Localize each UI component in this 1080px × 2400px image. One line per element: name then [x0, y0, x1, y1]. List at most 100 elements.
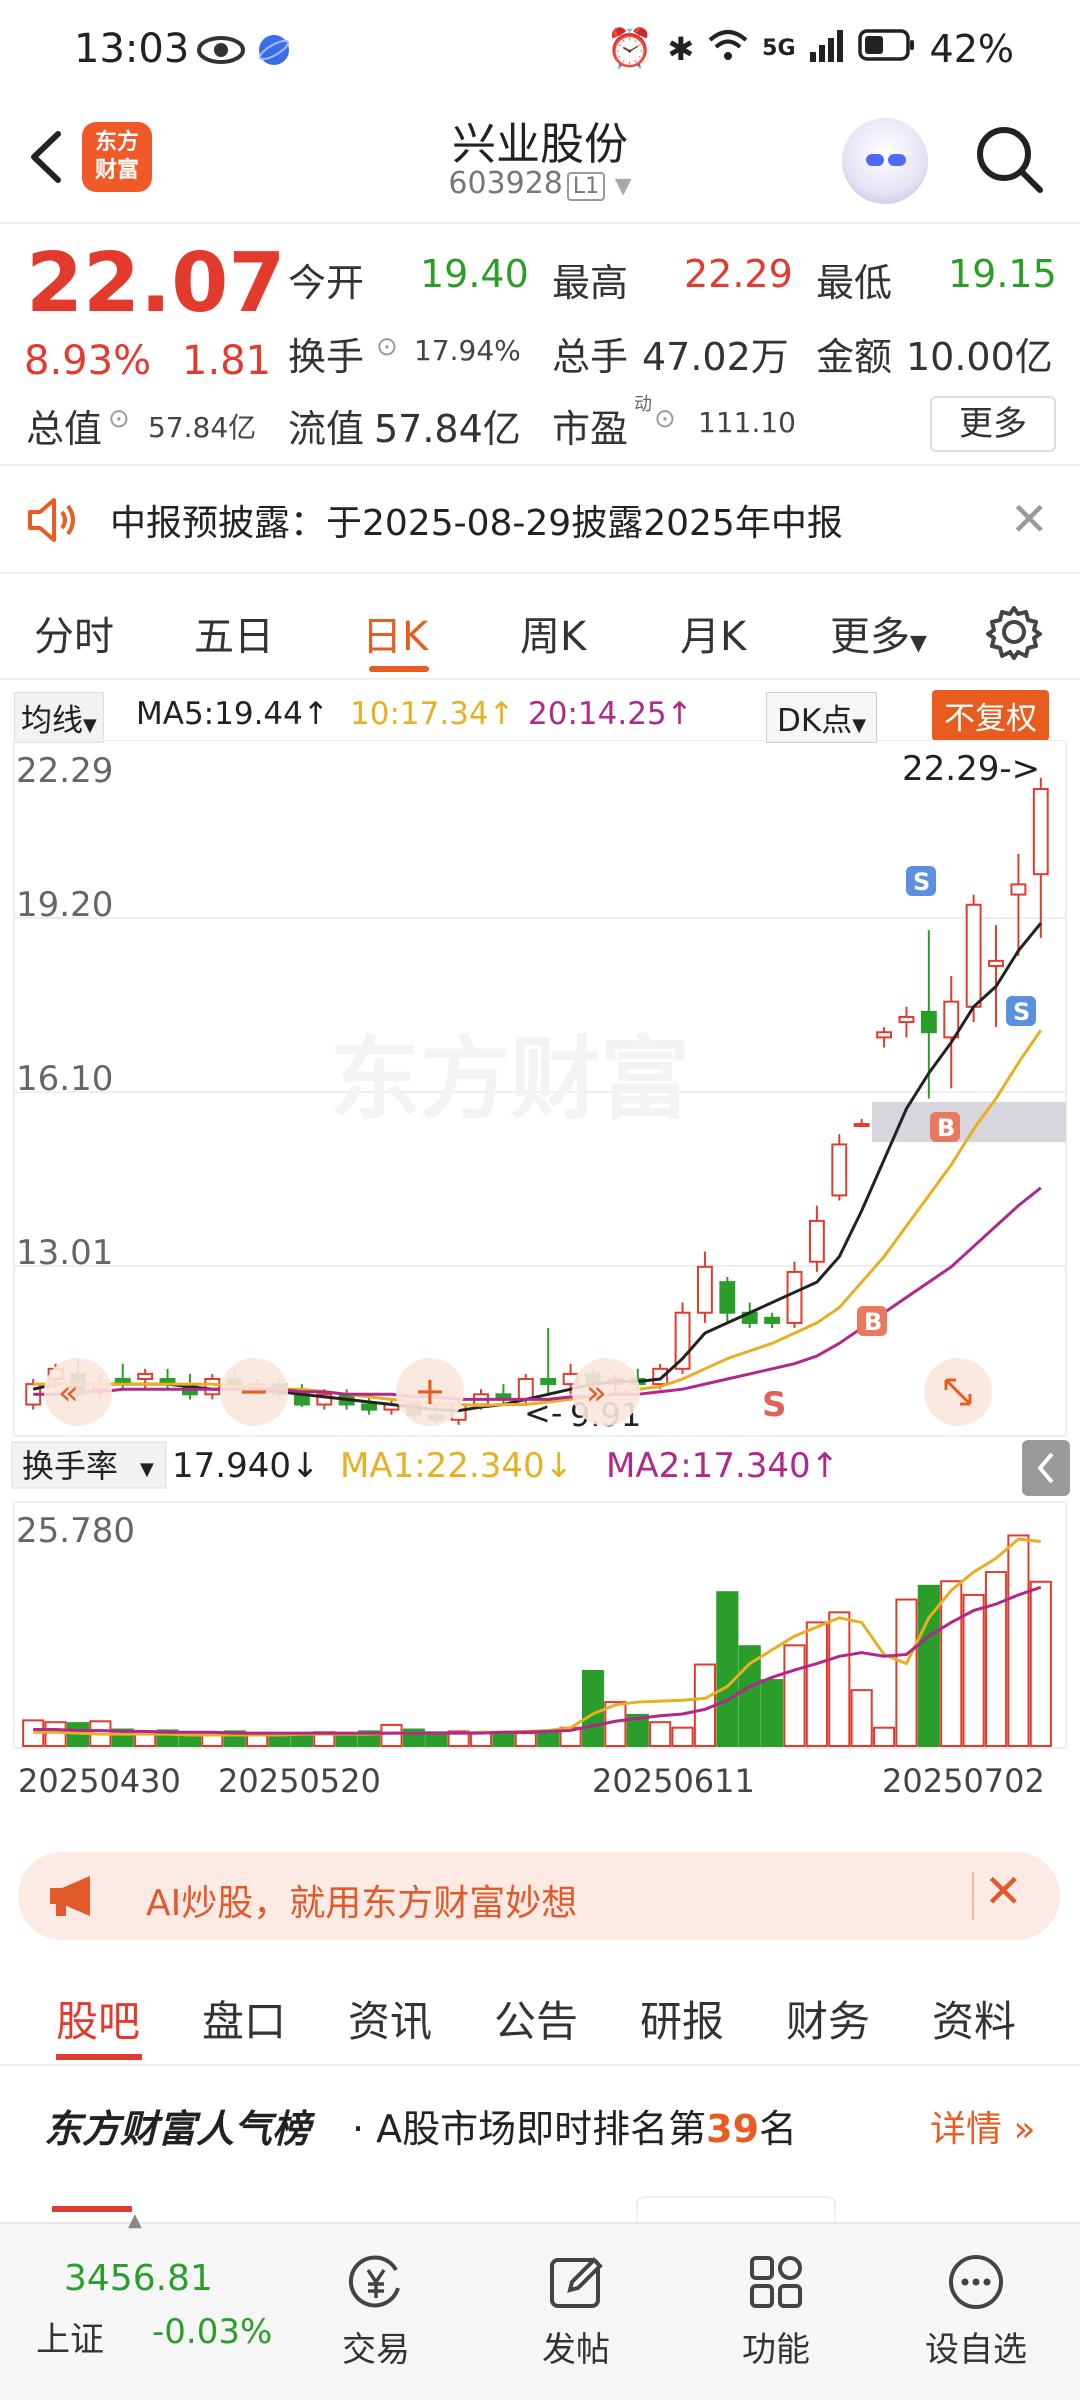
app-header: 东方财富 兴业股份 603928 L1 ▼ [0, 100, 1080, 224]
subtab-pill[interactable] [636, 2196, 836, 2222]
turnover-bar [671, 1726, 694, 1747]
total-mv-value: 57.84亿 [148, 411, 257, 444]
turnover-ma1: MA1:22.340↓ [340, 1446, 573, 1486]
collapse-arrow-icon[interactable]: ▲ [128, 2210, 142, 2231]
turnover-bar [1007, 1534, 1030, 1747]
info-icon[interactable]: ⊙ [654, 404, 676, 434]
high-label: 最高 [552, 261, 629, 305]
ma-dropdown[interactable]: 均线▼ [14, 692, 104, 743]
nav-add-watchlist[interactable]: 设自选 [906, 2252, 1046, 2371]
turnover-bar [783, 1644, 806, 1747]
svg-text:B: B [864, 1308, 882, 1336]
amount-label: 金额 [816, 335, 893, 379]
date-axis-label: 20250430 [18, 1762, 181, 1800]
period-tabs: 分时 五日 日K 周K 月K 更多▼ [0, 576, 1080, 680]
pe-value: 111.10 [698, 406, 796, 439]
settings-gear-icon[interactable] [986, 604, 1042, 664]
battery-percent: 42% [929, 26, 1014, 71]
candle [540, 1328, 557, 1395]
index-value[interactable]: 3456.81 [64, 2258, 213, 2299]
change-amount: 1.81 [182, 338, 272, 384]
search-icon[interactable] [974, 124, 1044, 194]
battery-icon [857, 27, 916, 71]
turnover-bar [828, 1611, 851, 1747]
kline-chart[interactable]: 东方财富 22.29 19.20 16.10 13.01 22.29-> <- … [0, 740, 1080, 1840]
alarm-icon: ⏰ [606, 26, 654, 70]
adjust-button[interactable]: 不复权 [932, 690, 1049, 741]
nav-functions[interactable]: 功能 [706, 2252, 846, 2371]
low-value: 19.15 [948, 252, 1057, 296]
close-icon[interactable]: ✕ [984, 1864, 1023, 1918]
dropdown-triangle-icon: ▼ [83, 715, 97, 736]
nav-add-watchlist-label: 设自选 [925, 2330, 1027, 2370]
price-axis-label: 19.20 [16, 885, 113, 925]
dk-label: DK点 [777, 703, 853, 739]
detail-link[interactable]: 详情 » [930, 2100, 1035, 2152]
turnover-header: 换手率 ▼ 17.940↓ MA1:22.340↓ MA2:17.340↑ [11, 1441, 839, 1489]
tab-research[interactable]: 研报 [640, 1988, 724, 2049]
svg-text:B: B [937, 1114, 955, 1142]
notice-bar[interactable]: 中报预披露：于2025-08-29披露2025年中报 ✕ [0, 464, 1080, 574]
turnover-bar [380, 1723, 403, 1748]
popularity-suffix: 名 [759, 2107, 798, 2151]
ai-promo-banner[interactable]: AI炒股，就用东方财富妙想 ✕ [18, 1852, 1060, 1940]
turnover-current: 17.940↓ [172, 1446, 319, 1486]
turnover-ma1-line [33, 1537, 1041, 1737]
bluetooth-icon: ✱ [667, 29, 695, 68]
date-axis-label: 20250702 [882, 1762, 1045, 1800]
float-mv-value: 57.84亿 [374, 407, 521, 451]
scroll-right-button[interactable]: » [572, 1358, 640, 1426]
nav-trade[interactable]: 交易 [306, 2252, 446, 2371]
volume-value: 47.02万 [642, 335, 789, 379]
turnover-bar [492, 1731, 515, 1748]
ma-legend-row: 均线▼ MA5:19.44↑ 10:17.34↑ 20:14.25↑ DK点▼ … [0, 688, 1080, 743]
watermark: 东方财富 [330, 1030, 690, 1130]
close-icon[interactable]: ✕ [1010, 492, 1049, 546]
turnover-bar [895, 1598, 918, 1747]
tab-news[interactable]: 资讯 [348, 1988, 432, 2049]
robot-avatar[interactable] [842, 118, 928, 204]
tab-weekly-k[interactable]: 周K [520, 604, 586, 662]
info-icon[interactable]: ⊙ [108, 404, 130, 434]
svg-text:+: + [414, 1369, 446, 1413]
turnover-bar [738, 1645, 761, 1747]
turnover-bar [716, 1591, 739, 1747]
info-icon[interactable]: ⊙ [376, 332, 398, 362]
tab-more[interactable]: 更多▼ [830, 604, 927, 662]
tab-daily-k[interactable]: 日K [362, 604, 428, 662]
popularity-ranking[interactable]: 东方财富人气榜 · A股市场即时排名第39名 详情 » [0, 2070, 1080, 2170]
sell-signal-badge: S [1006, 996, 1036, 1026]
turnover-axis-max: 25.780 [16, 1511, 135, 1551]
dk-button[interactable]: DK点▼ [766, 692, 878, 743]
tab-five-day[interactable]: 五日 [194, 604, 274, 662]
tab-guba[interactable]: 股吧 [56, 1988, 140, 2049]
detail-link-label: 详情 [930, 2109, 1003, 2150]
total-mv-label: 总值 [26, 407, 103, 451]
tab-announcements[interactable]: 公告 [494, 1988, 578, 2049]
turnover-bar [1029, 1580, 1052, 1748]
candle [719, 1277, 736, 1323]
tab-intraday[interactable]: 分时 [34, 604, 114, 662]
candle [1010, 853, 1027, 956]
more-button[interactable]: 更多 [930, 396, 1056, 452]
partial-subtabs [0, 2190, 1080, 2222]
tab-profile[interactable]: 资料 [932, 1988, 1016, 2049]
buy-signal-badge: B [930, 1112, 960, 1142]
tab-finance[interactable]: 财务 [786, 1988, 870, 2049]
turnover-dropdown-label: 换手率 [22, 1447, 118, 1485]
nav-post[interactable]: 发帖 [506, 2252, 646, 2371]
zoom-out-button[interactable]: − [220, 1358, 288, 1426]
turnover-bar [581, 1669, 605, 1748]
ma20-line [33, 1186, 1042, 1401]
dropdown-triangle-icon: ▼ [614, 174, 632, 199]
expand-icon[interactable] [924, 1358, 992, 1426]
status-bar: 13:03 ⏰ ✱ 5G 42% [0, 0, 1080, 100]
scroll-left-button[interactable]: « [44, 1358, 112, 1426]
eye-icon [196, 30, 246, 74]
svg-text:S: S [1013, 998, 1030, 1026]
tab-monthly-k[interactable]: 月K [680, 604, 746, 662]
collapse-side-button[interactable] [1022, 1440, 1070, 1496]
turnover-ma-lines [33, 1537, 1042, 1737]
zoom-in-button[interactable]: + [396, 1358, 464, 1426]
tab-pankou[interactable]: 盘口 [202, 1988, 286, 2049]
